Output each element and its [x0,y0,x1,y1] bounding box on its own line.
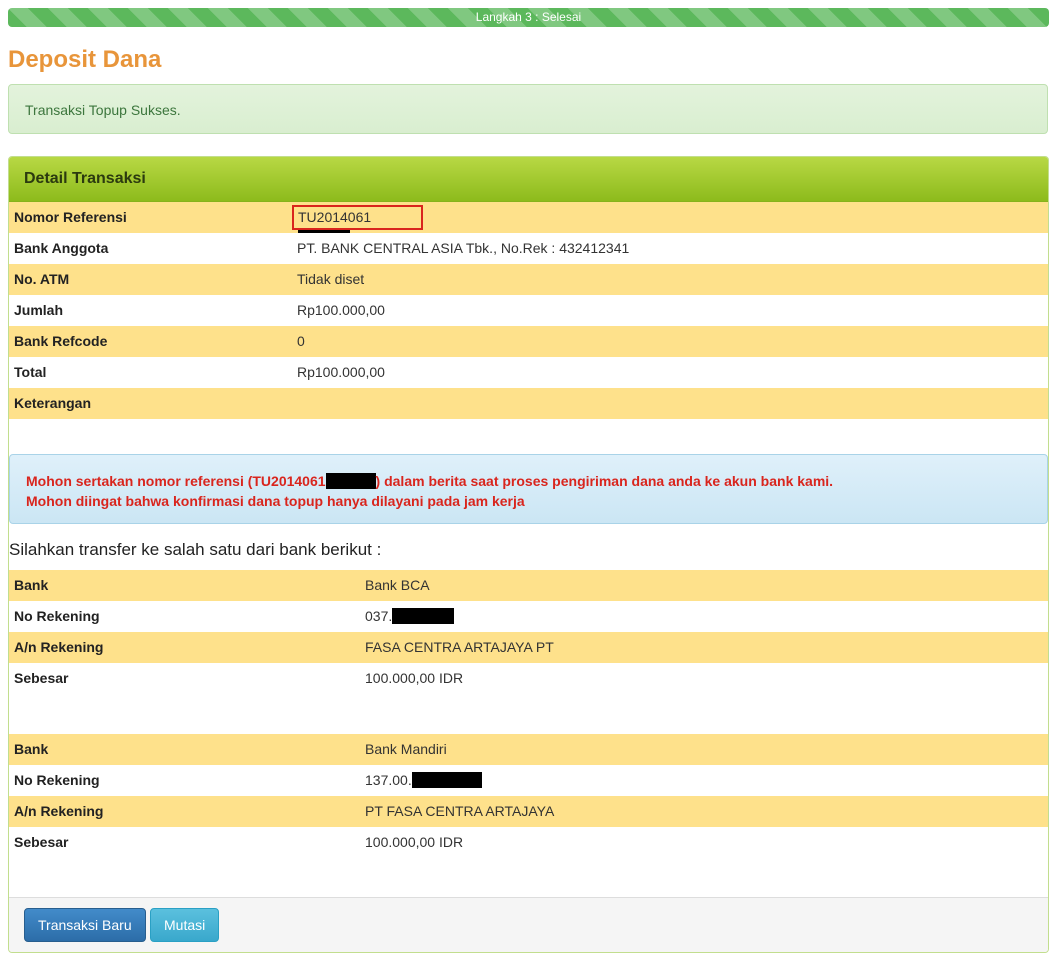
success-message: Transaksi Topup Sukses. [25,102,181,118]
row-value: Tidak diset [297,271,365,287]
row-label: No Rekening [14,608,100,624]
table-row: Nomor Referensi TU2014061 [9,202,1048,246]
row-label: Keterangan [14,395,92,411]
row-value: PT. BANK CENTRAL ASIA Tbk., No.Rek : 432… [297,240,630,256]
table-row: Total Rp100.000,00 [9,357,1048,388]
table-row: Bank Bank BCA [9,570,1048,601]
account-number-text: 037. [365,608,393,624]
transfer-intro: Silahkan transfer ke salah satu dari ban… [9,540,382,559]
reference-notice: Mohon sertakan nomor referensi (TU201406… [9,454,1048,524]
row-label: Bank Refcode [14,333,108,349]
table-row: Bank Refcode 0 [9,326,1048,357]
table-row: Keterangan [9,388,1048,419]
table-row: A/n Rekening PT FASA CENTRA ARTAJAYA [9,796,1048,827]
row-label: Jumlah [14,302,64,318]
row-label: Bank [14,741,49,757]
table-row: Bank Anggota PT. BANK CENTRAL ASIA Tbk.,… [9,233,1048,264]
row-label: Total [14,364,47,380]
new-transaction-button[interactable]: Transaksi Baru [24,908,146,942]
reference-number-highlight: TU2014061 [292,205,423,246]
row-label: Sebesar [14,834,69,850]
table-row: Jumlah Rp100.000,00 [9,295,1048,326]
bank-table-mandiri: Bank Bank Mandiri No Rekening 137.00. A/… [9,734,1048,858]
transfer-amount: 100.000,00 IDR [365,670,464,686]
row-label: A/n Rekening [14,639,104,655]
account-number-text: 137.00. [365,772,412,788]
transaction-panel: Detail Transaksi Nomor Referensi TU20140… [8,156,1049,953]
table-row: A/n Rekening FASA CENTRA ARTAJAYA PT [9,632,1048,663]
table-row: No. ATM Tidak diset [9,264,1048,295]
notice-line-2: Mohon diingat bahwa konfirmasi dana topu… [26,493,525,509]
account-holder: PT FASA CENTRA ARTAJAYA [365,803,555,819]
table-row: Sebesar 100.000,00 IDR [9,827,1048,858]
account-holder: FASA CENTRA ARTAJAYA PT [365,639,554,655]
transaction-detail-table: Nomor Referensi TU2014061 Bank Anggota P… [9,202,1048,419]
page-title: Deposit Dana [8,46,162,73]
notice-line-1: Mohon sertakan nomor referensi (TU201406… [26,471,1031,491]
redacted-block [392,608,455,624]
bank-name: Bank BCA [365,577,430,593]
row-value: Rp100.000,00 [297,302,385,318]
bank-table-bca: Bank Bank BCA No Rekening 037. A/n Reken… [9,570,1048,694]
notice-text: Mohon sertakan nomor referensi (TU201406… [26,473,326,489]
table-row: Bank Bank Mandiri [9,734,1048,765]
table-row: No Rekening 137.00. [9,765,1048,796]
panel-heading: Detail Transaksi [9,157,1048,202]
row-label: No Rekening [14,772,100,788]
account-number: 137.00. [365,765,482,796]
progress-bar: Langkah 3 : Selesai [8,8,1049,27]
table-row: No Rekening 037. [9,601,1048,632]
transfer-amount: 100.000,00 IDR [365,834,464,850]
redacted-block [325,473,376,489]
bank-name: Bank Mandiri [365,741,447,757]
row-label: Bank [14,577,49,593]
row-label: A/n Rekening [14,803,104,819]
row-value: 0 [297,333,305,349]
row-label: No. ATM [14,271,70,287]
row-label: Nomor Referensi [14,209,127,225]
row-label: Bank Anggota [14,240,109,256]
panel-footer: Transaksi Baru Mutasi [9,897,1048,952]
redacted-block [411,772,482,788]
row-value: Rp100.000,00 [297,364,385,380]
table-row: Sebesar 100.000,00 IDR [9,663,1048,694]
reference-number: TU2014061 [298,209,372,225]
success-alert: Transaksi Topup Sukses. [8,84,1048,134]
notice-text: ) dalam berita saat proses pengiriman da… [375,473,834,489]
row-label: Sebesar [14,670,69,686]
mutation-button[interactable]: Mutasi [150,908,220,942]
account-number: 037. [365,601,455,632]
progress-label: Langkah 3 : Selesai [475,10,582,24]
